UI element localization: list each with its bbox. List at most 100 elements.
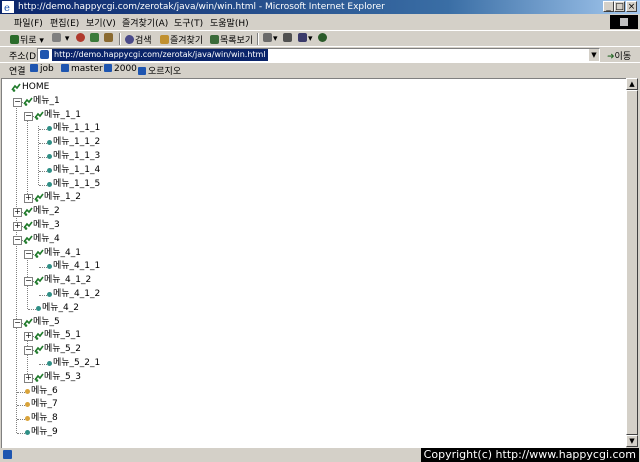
collapse-toggle-icon[interactable]: − (24, 249, 33, 259)
forward-arrow-icon (52, 33, 61, 42)
tree-node-label[interactable]: 메뉴_1_1_4 (53, 164, 100, 176)
back-button[interactable]: 뒤로 ▾ (10, 33, 44, 46)
folder-icon (11, 83, 21, 92)
tree-leaf-icon (47, 292, 52, 297)
scroll-down-button[interactable]: ▼ (626, 435, 638, 447)
tree-node-label[interactable]: 메뉴_1 (33, 95, 60, 107)
tree-leaf-icon (36, 305, 41, 311)
windows-logo-icon (610, 15, 638, 29)
collapse-toggle-icon[interactable]: − (24, 346, 33, 356)
tree-branch-line (39, 170, 47, 172)
ie-page-icon (138, 67, 146, 75)
copyright-text: Copyright(c) http://www.happycgi.com (420, 448, 639, 462)
tree-node-label[interactable]: 메뉴_1_1_2 (53, 136, 100, 148)
tree-node-label[interactable]: 메뉴_4_1_2 (44, 274, 91, 286)
tree-leaf-icon (47, 181, 52, 187)
forward-button[interactable]: ▾ (52, 33, 69, 44)
vertical-scrollbar[interactable]: ▲ ▼ (626, 78, 638, 447)
expand-toggle-icon[interactable]: + (24, 332, 33, 342)
back-arrow-icon (10, 35, 19, 44)
mail-icon (263, 33, 272, 42)
tree-node-label[interactable]: 메뉴_1_1 (44, 109, 81, 121)
close-button[interactable]: × (626, 1, 637, 12)
address-dropdown-button[interactable]: ▼ (589, 49, 599, 61)
scroll-up-button[interactable]: ▲ (626, 78, 638, 90)
print-button[interactable] (283, 33, 293, 44)
tree-node-label[interactable]: 메뉴_5_2_1 (53, 357, 100, 369)
maximize-button[interactable]: □ (614, 1, 625, 12)
tree-node-label[interactable]: 메뉴_4_1_1 (53, 260, 100, 272)
tree-node-label[interactable]: 메뉴_1_1_3 (53, 150, 100, 162)
address-input[interactable]: http://demo.happycgi.com/zerotak/java/wi… (37, 48, 600, 62)
tree-node-label[interactable]: 메뉴_6 (31, 385, 58, 397)
menu-view[interactable]: 보기(V) (86, 16, 116, 29)
refresh-button[interactable] (90, 33, 100, 44)
messenger-icon (318, 33, 327, 42)
home-button[interactable] (104, 33, 114, 44)
tree-node-label[interactable]: 메뉴_8 (31, 412, 58, 424)
menu-help[interactable]: 도움말(H) (210, 16, 249, 29)
tree-node-label[interactable]: 메뉴_5_1 (44, 329, 81, 341)
link-job[interactable]: job (30, 64, 54, 74)
mail-button[interactable]: ▾ (263, 33, 278, 44)
messenger-button[interactable] (318, 33, 328, 44)
expand-toggle-icon[interactable]: + (13, 222, 22, 231)
menu-file[interactable]: 파일(F) (14, 16, 43, 29)
toolbar-separator (257, 33, 259, 45)
tree-node-label[interactable]: 메뉴_9 (31, 426, 58, 438)
edit-button[interactable]: ▾ (298, 33, 313, 44)
menu-edit[interactable]: 편집(E) (50, 16, 79, 29)
go-arrow-icon: ➜ (607, 52, 615, 62)
tree-node-label[interactable]: 메뉴_5_2 (44, 343, 81, 355)
tree-node-label[interactable]: 메뉴_1_2 (44, 191, 81, 203)
tree-node-label[interactable]: 메뉴_4 (33, 233, 60, 245)
menu-tools[interactable]: 도구(T) (174, 16, 203, 29)
menu-favorites[interactable]: 즐겨찾기(A) (122, 16, 168, 29)
search-button[interactable]: 검색 (125, 33, 152, 46)
address-bar: 주소(D) http://demo.happycgi.com/zerotak/j… (0, 46, 640, 63)
tree-node-label[interactable]: 메뉴_5_3 (44, 371, 81, 383)
refresh-icon (90, 33, 99, 42)
window-title: http://demo.happycgi.com/zerotak/java/wi… (18, 2, 385, 12)
expand-toggle-icon[interactable]: + (24, 373, 33, 383)
collapse-toggle-icon[interactable]: − (13, 318, 22, 328)
collapse-toggle-icon[interactable]: − (13, 97, 22, 107)
tree-branch-line (17, 433, 25, 434)
tree-node-label[interactable]: 메뉴_7 (31, 398, 58, 410)
print-icon (283, 33, 292, 42)
collapse-toggle-icon[interactable]: − (13, 235, 22, 245)
tree-node-label[interactable]: 메뉴_1_1_5 (53, 178, 100, 190)
tree-node-label[interactable]: 메뉴_4_1_2 (53, 288, 100, 300)
folder-icon (34, 345, 44, 354)
folder-icon (34, 111, 44, 120)
favorites-button[interactable]: 즐겨찾기 (160, 33, 203, 46)
tree-node-label[interactable]: 메뉴_4_2 (42, 302, 79, 314)
expand-toggle-icon[interactable]: + (24, 194, 33, 204)
tree-node-home[interactable]: HOME (22, 81, 49, 93)
edit-icon (298, 33, 307, 42)
link-orgio[interactable]: 오르지오 (138, 64, 181, 77)
svg-text:e: e (4, 3, 10, 13)
link-master[interactable]: master (61, 64, 103, 74)
minimize-button[interactable]: _ (603, 1, 614, 12)
tree-node-label[interactable]: 메뉴_5 (33, 316, 60, 328)
tree-node-label[interactable]: 메뉴_2 (33, 205, 60, 217)
tree-branch-line (39, 157, 47, 158)
tree-node-label[interactable]: 메뉴_4_1 (44, 247, 81, 259)
tree-node-label[interactable]: 메뉴_3 (33, 219, 60, 231)
tree-node-label[interactable]: 메뉴_1_1_1 (53, 122, 100, 134)
scroll-thumb[interactable] (626, 90, 638, 435)
link-2000[interactable]: 2000 (104, 64, 137, 74)
collapse-toggle-icon[interactable]: − (24, 111, 33, 121)
stop-button[interactable] (76, 33, 86, 44)
tree-leaf-icon (47, 154, 52, 159)
folder-icon (34, 193, 44, 203)
expand-toggle-icon[interactable]: + (13, 208, 22, 218)
search-icon (125, 35, 134, 44)
history-button[interactable]: 목록보기 (210, 33, 253, 46)
tree-branch-line (39, 129, 47, 131)
favorites-icon (160, 35, 169, 44)
collapse-toggle-icon[interactable]: − (24, 277, 33, 287)
go-button[interactable]: ➜이동 (607, 49, 631, 62)
tree-branch-line (39, 267, 47, 269)
